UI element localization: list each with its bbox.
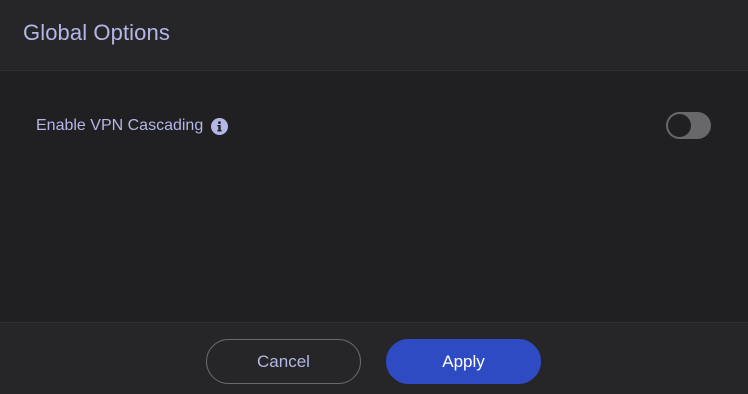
vpn-cascading-toggle[interactable] (666, 112, 711, 139)
dialog-footer: Cancel Apply (0, 322, 748, 394)
toggle-knob (668, 114, 691, 137)
vpn-cascading-label: Enable VPN Cascading (36, 117, 204, 134)
dialog-header: Global Options (0, 0, 748, 71)
info-icon[interactable] (211, 117, 229, 135)
cancel-button[interactable]: Cancel (206, 339, 361, 384)
info-icon-glyph (217, 120, 222, 131)
global-options-dialog: Global Options Enable VPN Cascading Canc… (0, 0, 748, 394)
apply-button[interactable]: Apply (386, 339, 541, 384)
dialog-body: Enable VPN Cascading (0, 72, 748, 322)
dialog-title: Global Options (23, 20, 170, 45)
option-row-vpn-cascading: Enable VPN Cascading (36, 117, 229, 135)
